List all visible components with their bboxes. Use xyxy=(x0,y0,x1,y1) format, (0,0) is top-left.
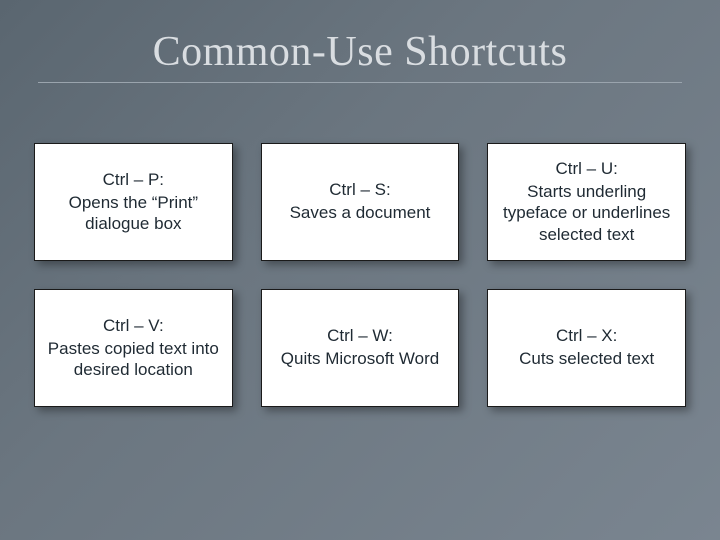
shortcut-card: Ctrl – U: Starts underling typeface or u… xyxy=(487,143,686,261)
shortcut-card: Ctrl – V: Pastes copied text into desire… xyxy=(34,289,233,407)
shortcut-key: Ctrl – V: xyxy=(103,316,164,336)
shortcut-key: Ctrl – U: xyxy=(555,159,617,179)
slide: Common-Use Shortcuts Ctrl – P: Opens the… xyxy=(0,0,720,540)
title-divider xyxy=(38,82,682,83)
shortcut-card: Ctrl – P: Opens the “Print” dialogue box xyxy=(34,143,233,261)
shortcut-desc: Saves a document xyxy=(290,202,431,223)
shortcut-grid: Ctrl – P: Opens the “Print” dialogue box… xyxy=(0,113,720,407)
shortcut-key: Ctrl – X: xyxy=(556,326,617,346)
shortcut-desc: Starts underling typeface or underlines … xyxy=(498,181,675,245)
shortcut-desc: Pastes copied text into desired location xyxy=(45,338,222,381)
shortcut-key: Ctrl – P: xyxy=(103,170,164,190)
shortcut-key: Ctrl – S: xyxy=(329,180,390,200)
page-title: Common-Use Shortcuts xyxy=(0,0,720,82)
shortcut-card: Ctrl – W: Quits Microsoft Word xyxy=(261,289,460,407)
shortcut-card: Ctrl – S: Saves a document xyxy=(261,143,460,261)
shortcut-desc: Opens the “Print” dialogue box xyxy=(45,192,222,235)
shortcut-card: Ctrl – X: Cuts selected text xyxy=(487,289,686,407)
shortcut-key: Ctrl – W: xyxy=(327,326,393,346)
shortcut-desc: Quits Microsoft Word xyxy=(281,348,439,369)
shortcut-desc: Cuts selected text xyxy=(519,348,654,369)
